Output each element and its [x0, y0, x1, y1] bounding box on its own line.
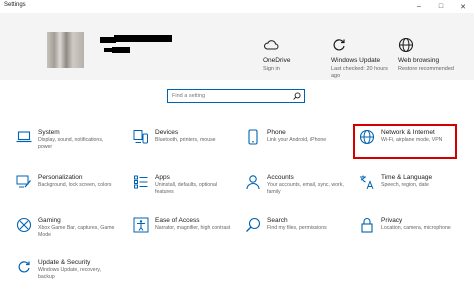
category-description: Xbox Game Bar, captures, Game Mode — [38, 225, 115, 238]
category-apps[interactable]: Apps Uninstall, defaults, optional featu… — [133, 174, 233, 214]
person-icon — [245, 174, 261, 190]
category-description: Display, sound, notifications, power — [38, 137, 104, 150]
category-name: System — [38, 129, 60, 136]
globe-icon — [398, 37, 414, 53]
category-name: Privacy — [381, 217, 403, 224]
account-name-redacted — [100, 35, 172, 67]
phone-icon — [245, 129, 261, 145]
category-gaming[interactable]: Gaming Xbox Game Bar, captures, Game Mod… — [16, 217, 116, 257]
category-description: Windows Update, recovery, backup — [38, 267, 102, 280]
category-privacy[interactable]: Privacy Location, camera, microphone — [359, 217, 459, 257]
avatar[interactable] — [47, 32, 84, 68]
category-search[interactable]: Search Find my files, permissions — [245, 217, 345, 257]
category-description: Bluetooth, printers, mouse — [155, 137, 216, 143]
maximize-button[interactable]: □ — [430, 0, 452, 13]
category-description: Speech, region, date — [381, 182, 429, 188]
paintbrush-icon — [16, 174, 32, 190]
highlight-box — [353, 124, 457, 159]
category-description: Find my files, permissions — [267, 225, 327, 231]
cloud-icon — [263, 37, 279, 53]
category-name: Ease of Access — [155, 217, 200, 224]
category-time-language[interactable]: Time & Language Speech, region, date — [359, 174, 459, 214]
category-name: Personalization — [38, 174, 83, 181]
category-name: Update & Security — [38, 259, 91, 266]
title-bar: Settings – □ ✕ — [0, 0, 474, 14]
window-title: Settings — [4, 2, 26, 8]
quick-action-subtitle: Last checked: 20 hours ago — [331, 66, 388, 79]
search-icon — [245, 217, 261, 233]
category-update-security[interactable]: Update & Security Windows Update, recove… — [16, 259, 116, 299]
category-name: Time & Language — [381, 174, 433, 181]
category-name: Devices — [155, 129, 179, 136]
close-button[interactable]: ✕ — [452, 0, 474, 13]
search-input[interactable]: Find a setting — [167, 89, 305, 103]
minimize-button[interactable]: – — [408, 0, 430, 13]
category-name: Search — [267, 217, 288, 224]
category-description: Narrator, magnifier, high contrast — [155, 225, 231, 231]
category-phone[interactable]: Phone Link your Android, iPhone — [245, 129, 345, 169]
category-description: Link your Android, iPhone — [267, 137, 327, 143]
category-name: Gaming — [38, 217, 61, 224]
window-controls: – □ ✕ — [408, 0, 474, 13]
category-name: Phone — [267, 129, 286, 136]
apps-list-icon — [133, 174, 149, 190]
category-description: Background, lock screen, colors — [38, 182, 112, 188]
category-description: Your accounts, email, sync, work, family — [267, 182, 344, 195]
quick-action-subtitle: Restore recommended — [398, 66, 454, 72]
category-name: Apps — [155, 174, 170, 181]
lock-icon — [359, 217, 375, 233]
quick-action-title: OneDrive — [263, 57, 291, 64]
account-header: OneDrive Sign in Windows Update Last che… — [0, 13, 474, 80]
ease-of-access-icon — [133, 217, 149, 233]
xbox-icon — [16, 217, 32, 233]
search-icon — [293, 92, 301, 100]
quick-action-title: Windows Update — [331, 57, 381, 64]
category-system[interactable]: System Display, sound, notifications, po… — [16, 129, 116, 169]
time-language-icon — [359, 174, 375, 190]
category-devices[interactable]: Devices Bluetooth, printers, mouse — [133, 129, 233, 169]
update-icon — [16, 259, 32, 275]
category-name: Accounts — [267, 174, 294, 181]
laptop-icon — [16, 129, 32, 145]
quick-action-subtitle: Sign in — [263, 66, 280, 72]
search-placeholder: Find a setting — [172, 93, 206, 99]
category-description: Location, camera, microphone — [381, 225, 451, 231]
category-personalization[interactable]: Personalization Background, lock screen,… — [16, 174, 116, 214]
devices-icon — [133, 129, 149, 145]
category-description: Uninstall, defaults, optional features — [155, 182, 217, 195]
update-icon — [331, 37, 347, 53]
category-accounts[interactable]: Accounts Your accounts, email, sync, wor… — [245, 174, 345, 214]
quick-action-title: Web browsing — [398, 57, 440, 64]
category-ease-of-access[interactable]: Ease of Access Narrator, magnifier, high… — [133, 217, 233, 257]
